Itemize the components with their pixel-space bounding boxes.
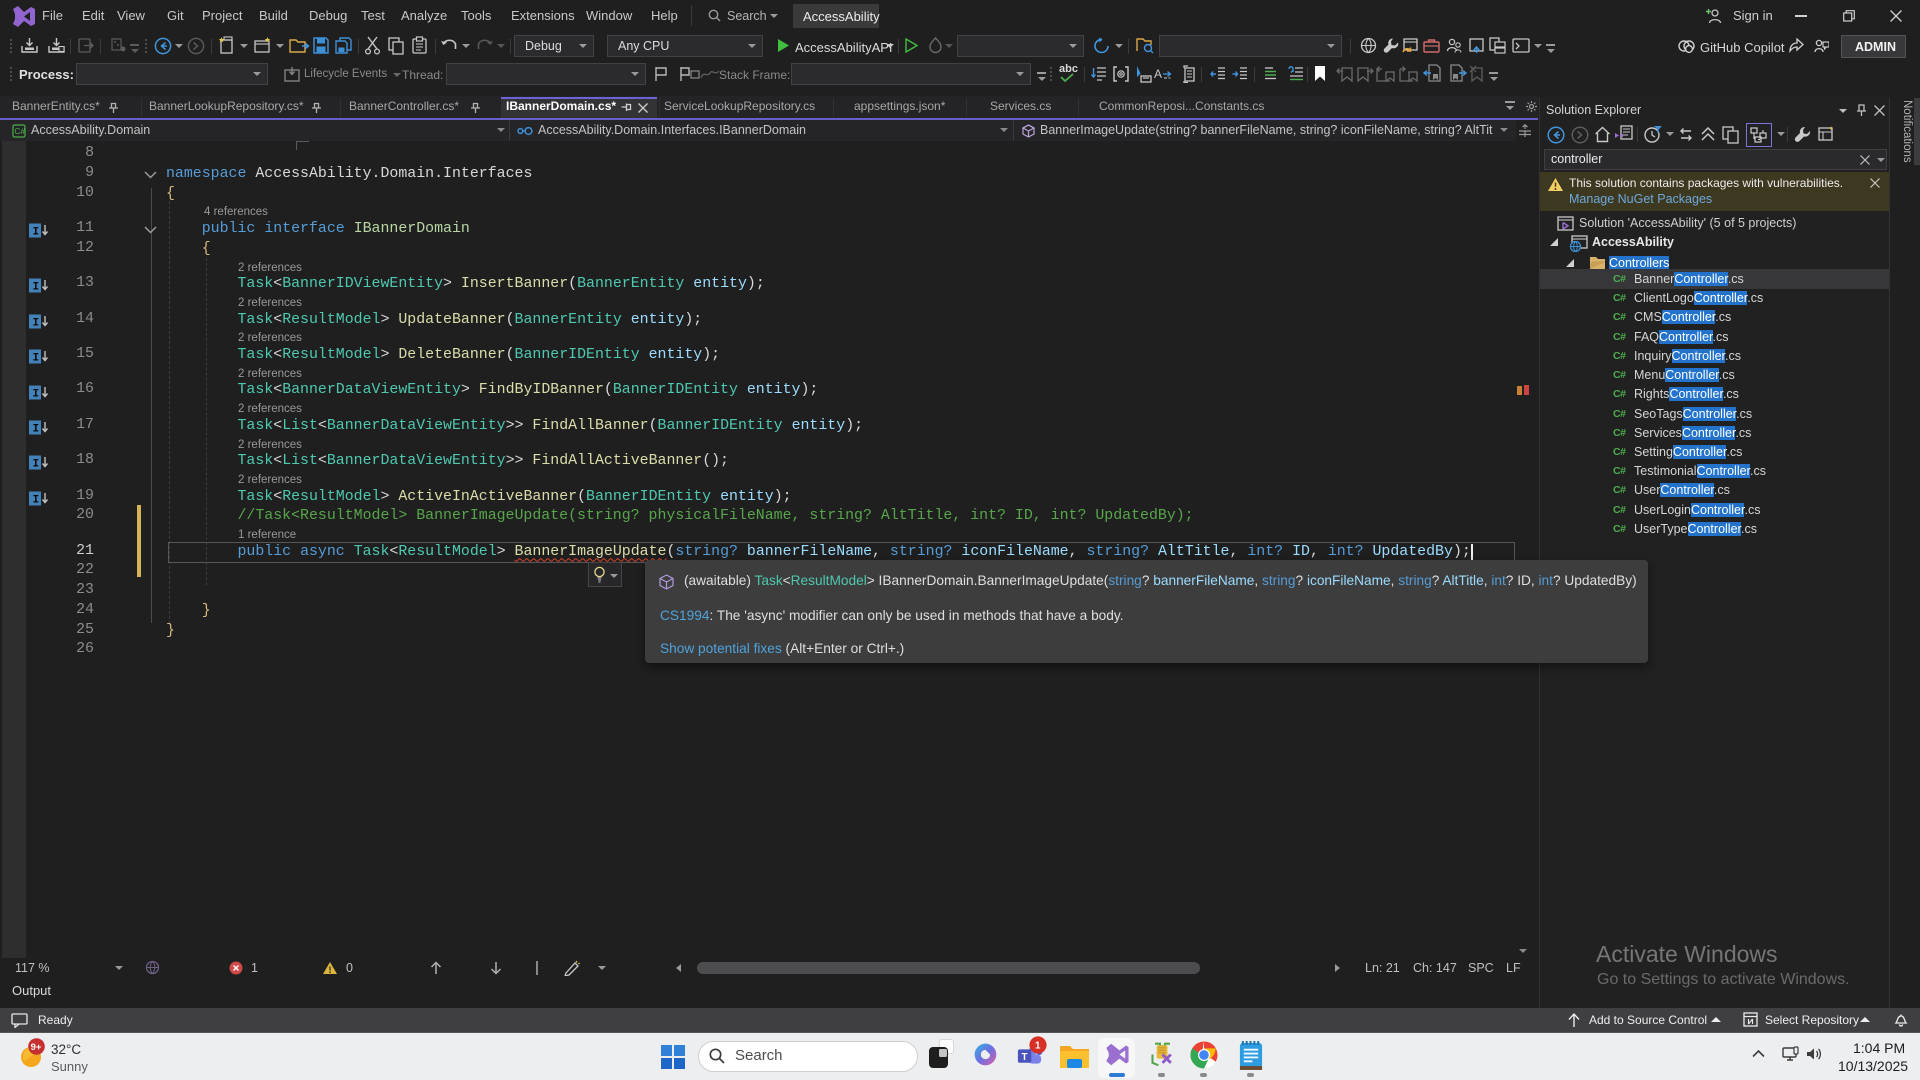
svg-text:I: I [33, 282, 40, 294]
svg-text:I: I [33, 494, 40, 506]
svg-text:1: 1 [1035, 1041, 1041, 1052]
svg-text:I: I [33, 317, 40, 329]
svg-text:I: I [33, 388, 40, 400]
svg-text:A: A [1154, 67, 1162, 81]
svg-text:I: I [33, 227, 40, 239]
svg-text:T: T [1021, 1052, 1027, 1063]
svg-text:I: I [33, 459, 40, 471]
svg-text:9+: 9+ [31, 1042, 42, 1053]
svg-text:I: I [33, 353, 40, 365]
svg-text:I: I [33, 424, 40, 436]
svg-text:C#: C# [14, 126, 25, 136]
